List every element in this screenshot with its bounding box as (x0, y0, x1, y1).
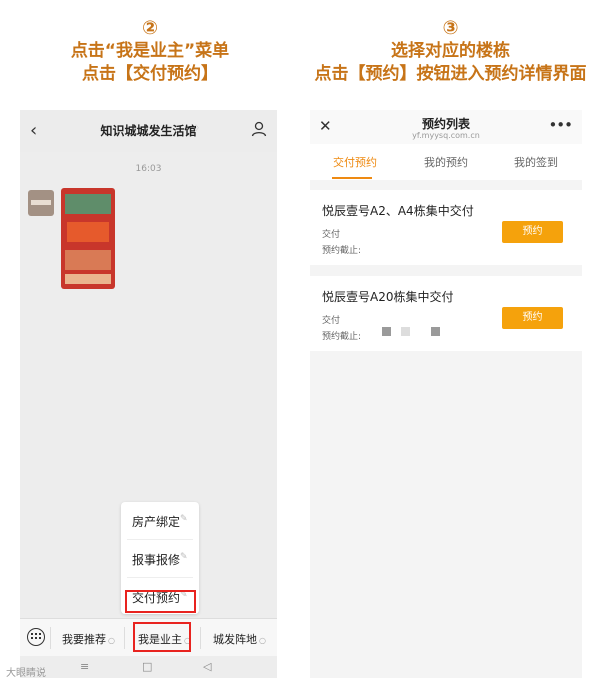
book-button[interactable]: 预约 (502, 221, 563, 243)
caption-line-2: 点击【交付预约】 (82, 64, 218, 84)
caption-line-2: 点击【预约】按钮进入预约详情界面 (314, 64, 587, 84)
obscured-date (431, 327, 440, 336)
divider (50, 627, 51, 649)
step-number: ③ (442, 17, 459, 39)
message-timestamp: 16:03 (135, 164, 162, 174)
card-deadline-label: 预约截止: (322, 332, 362, 342)
divider (200, 627, 201, 649)
page-url: yf.myysq.com.cn (412, 131, 480, 140)
card-title: 悦辰壹号A2、A4栋集中交付 (322, 204, 474, 218)
account-avatar[interactable] (28, 190, 54, 216)
menu-chengfa-base[interactable]: 城发阵地 ○ (213, 631, 266, 647)
android-nav-bar: ≡ □ ◁ (20, 656, 277, 678)
card-delivery-label: 交付 (322, 316, 341, 326)
booking-list-screen: ✕ 预约列表 yf.myysq.com.cn ••• 交付预约 我的预约 我的签… (310, 110, 582, 678)
chat-title: 知识城城发生活馆 (100, 124, 197, 138)
obscured-date (401, 327, 410, 336)
caption-line-1: 选择对应的楼栋 (391, 41, 510, 61)
menu-recommend[interactable]: 我要推荐 ○ (62, 631, 115, 647)
tab-my-checkins[interactable]: 我的签到 (514, 154, 558, 170)
home-icon[interactable]: □ (142, 660, 152, 673)
chat-header: ‹ 知识城城发生活馆 ♢ (20, 110, 277, 152)
booking-card: 悦辰壹号A2、A4栋集中交付 交付 预约截止: 预约 (310, 190, 582, 265)
keyboard-icon[interactable] (27, 628, 45, 646)
menu-item-property-binding[interactable]: 房产绑定 ✎ (121, 502, 199, 539)
step-3-caption: ③ 选择对应的楼栋 点击【预约】按钮进入预约详情界面 (300, 17, 601, 86)
wechat-chat-screen: ‹ 知识城城发生活馆 ♢ 16:03 房产绑定✎ 报事报修✎ 交付预约✎ (20, 110, 277, 678)
active-tab-indicator (332, 177, 372, 179)
card-title: 悦辰壹号A20栋集中交付 (322, 290, 454, 304)
menu-item-repair-report[interactable]: 报事报修 ✎ (121, 540, 199, 577)
highlight-box-delivery-booking (125, 590, 196, 613)
highlight-box-i-am-owner (133, 622, 191, 652)
recent-apps-icon[interactable]: ≡ (80, 660, 89, 673)
submenu-icon: ○ (108, 636, 115, 645)
divider (124, 627, 125, 649)
watermark: 大眼睛说 (6, 668, 46, 679)
profile-icon[interactable] (251, 121, 267, 137)
booking-card: 悦辰壹号A20栋集中交付 交付 预约截止: 预约 (310, 276, 582, 351)
more-icon[interactable]: ••• (548, 116, 573, 134)
caption-line-1: 点击“我是业主”菜单 (70, 41, 230, 61)
page-title: 预约列表 (421, 117, 470, 131)
tab-delivery-booking[interactable]: 交付预约 (333, 154, 377, 170)
tab-my-bookings[interactable]: 我的预约 (424, 154, 468, 170)
promo-poster-message[interactable] (61, 188, 115, 289)
submenu-icon: ○ (259, 636, 266, 645)
pencil-icon: ✎ (180, 552, 188, 562)
obscured-date (382, 327, 391, 336)
book-button[interactable]: 预约 (502, 307, 563, 329)
step-number: ② (141, 17, 159, 39)
webview-header: ✕ 预约列表 yf.myysq.com.cn ••• (310, 110, 582, 144)
pencil-icon: ✎ (180, 514, 188, 524)
step-2-caption: ② 点击“我是业主”菜单 点击【交付预约】 (0, 17, 300, 86)
card-deadline-label: 预约截止: (322, 246, 362, 256)
mute-icon: ♢ (192, 124, 201, 134)
tab-bar: 交付预约 我的预约 我的签到 (310, 144, 582, 180)
back-nav-icon[interactable]: ◁ (203, 660, 211, 673)
card-delivery-label: 交付 (322, 230, 341, 240)
